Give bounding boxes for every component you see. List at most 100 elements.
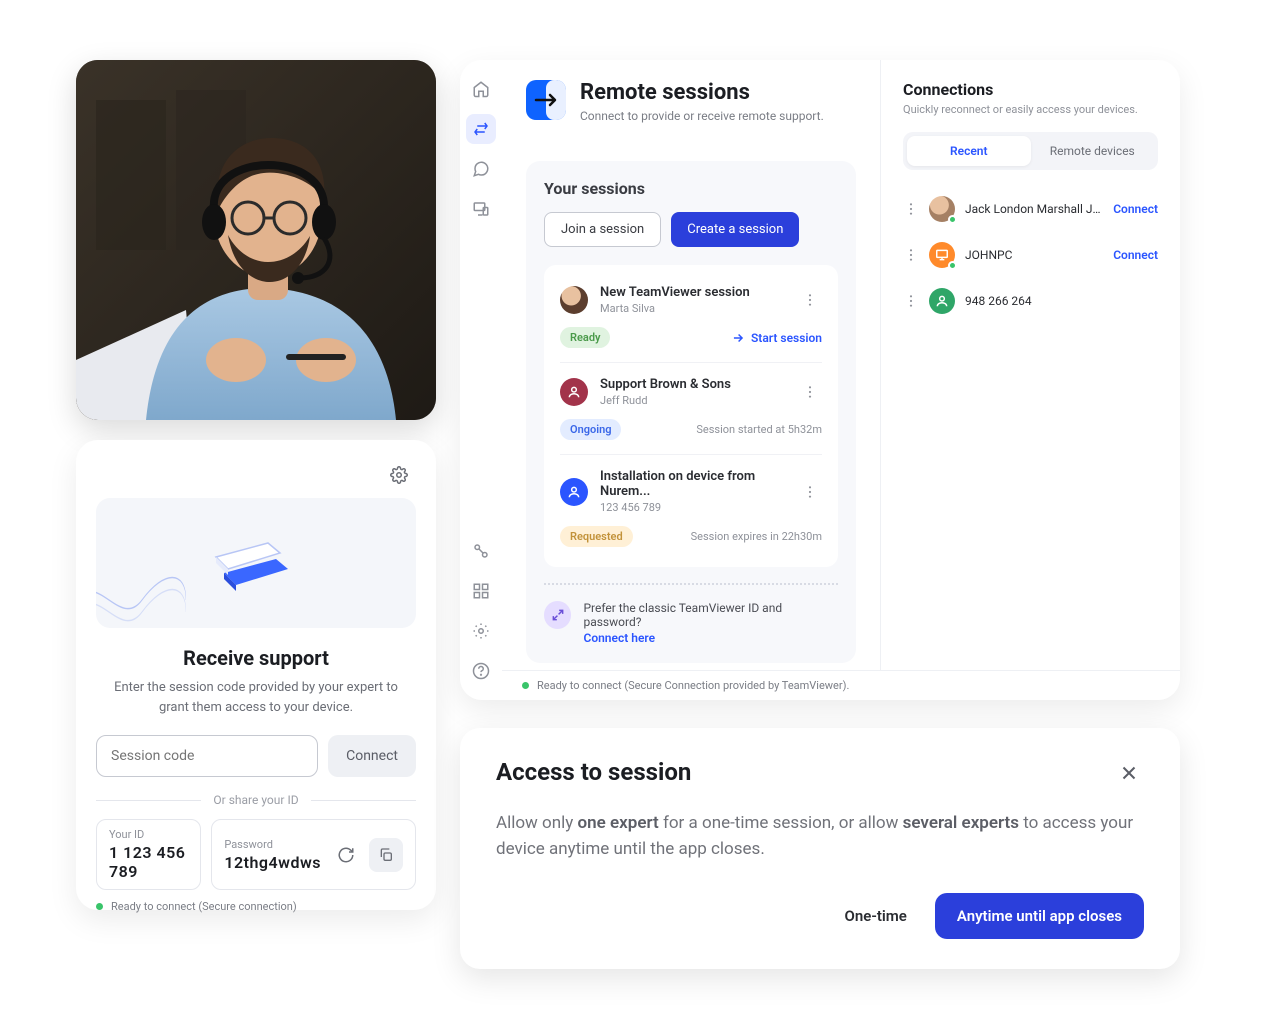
grid-icon <box>472 582 490 600</box>
kebab-icon <box>802 384 818 400</box>
connections-title: Connections <box>903 80 1158 99</box>
app-status-text: Ready to connect (Secure Connection prov… <box>537 679 849 692</box>
gear-icon <box>472 622 490 640</box>
connect-button[interactable]: Connect <box>328 735 416 777</box>
devices-icon <box>201 523 311 603</box>
your-id-value: 1 123 456 789 <box>109 843 188 881</box>
kebab-icon <box>903 293 919 309</box>
classic-connect-row: Prefer the classic TeamViewer ID and pas… <box>544 583 838 645</box>
kebab-icon <box>903 247 919 263</box>
page-title: Remote sessions <box>580 80 824 105</box>
connection-connect-link[interactable]: Connect <box>1113 202 1158 216</box>
connection-item: Jack London Marshall Juni... Connect <box>903 186 1158 232</box>
classic-question: Prefer the classic TeamViewer ID and pas… <box>583 601 782 629</box>
kebab-icon <box>802 484 818 500</box>
kebab-icon <box>802 292 818 308</box>
start-session-link[interactable]: Start session <box>731 331 822 345</box>
swap-icon <box>472 120 490 138</box>
password-label: Password <box>224 838 321 851</box>
classic-connect-link[interactable]: Connect here <box>583 631 838 645</box>
refresh-icon <box>337 846 355 864</box>
tab-remote-devices[interactable]: Remote devices <box>1031 136 1155 166</box>
session-menu-button[interactable] <box>798 380 822 404</box>
nav-remote-sessions[interactable] <box>466 114 496 144</box>
status-footer: Ready to connect (Secure connection) <box>96 890 416 913</box>
session-list: New TeamViewer session Marta Silva Ready… <box>544 265 838 567</box>
support-agent-photo <box>76 60 436 420</box>
devices-nav-icon <box>472 200 490 218</box>
settings-button[interactable] <box>382 458 416 492</box>
wave-decoration <box>96 570 186 628</box>
arrow-right-icon <box>731 331 745 345</box>
connections-list: Jack London Marshall Juni... Connect JOH… <box>903 186 1158 324</box>
kebab-icon <box>903 201 919 217</box>
connection-item: JOHNPC Connect <box>903 232 1158 278</box>
connection-avatar <box>929 242 955 268</box>
status-dot-icon <box>522 682 529 689</box>
connections-subtitle: Quickly reconnect or easily access your … <box>903 103 1158 116</box>
access-session-dialog: Access to session Allow only one expert … <box>460 728 1180 969</box>
password-box: Password 12thg4wdws <box>211 819 416 890</box>
connection-menu-button[interactable] <box>903 293 919 309</box>
sessions-panel-title: Your sessions <box>544 179 838 198</box>
avatar <box>560 286 588 314</box>
session-title: Installation on device from Nurem... <box>600 469 786 499</box>
one-time-button[interactable]: One-time <box>837 895 915 937</box>
close-button[interactable] <box>1114 758 1144 788</box>
remote-sessions-window: Remote sessions Connect to provide or re… <box>460 60 1180 700</box>
avatar <box>560 378 588 406</box>
sessions-panel: Your sessions Join a session Create a se… <box>526 161 856 663</box>
nav-help[interactable] <box>466 656 496 686</box>
refresh-password-button[interactable] <box>329 838 363 872</box>
password-value: 12thg4wdws <box>224 853 321 872</box>
close-icon <box>1118 762 1140 784</box>
status-badge: Ongoing <box>560 419 621 440</box>
copy-password-button[interactable] <box>369 838 403 872</box>
connections-tabs: Recent Remote devices <box>903 132 1158 170</box>
your-id-label: Your ID <box>109 828 188 841</box>
nav-settings[interactable] <box>466 616 496 646</box>
session-subtitle: Jeff Rudd <box>600 394 786 407</box>
page-subtitle: Connect to provide or receive remote sup… <box>580 109 824 123</box>
nav-home[interactable] <box>466 74 496 104</box>
session-menu-button[interactable] <box>798 480 822 504</box>
nav-chat[interactable] <box>466 154 496 184</box>
presence-dot-icon <box>948 261 957 270</box>
tab-recent[interactable]: Recent <box>907 136 1031 166</box>
gear-icon <box>390 466 408 484</box>
hero-illustration <box>96 498 416 628</box>
home-icon <box>472 80 490 98</box>
dialog-body: Allow only one expert for a one-time ses… <box>496 810 1144 863</box>
status-dot-icon <box>96 903 103 910</box>
create-session-button[interactable]: Create a session <box>671 212 799 247</box>
session-item: New TeamViewer session Marta Silva Ready… <box>560 271 822 363</box>
help-icon <box>472 662 490 680</box>
divider-label: Or share your ID <box>96 793 416 807</box>
page-header: Remote sessions Connect to provide or re… <box>526 80 856 123</box>
session-info-text: Session expires in 22h30m <box>691 530 822 543</box>
session-subtitle: 123 456 789 <box>600 501 786 514</box>
connections-panel: Connections Quickly reconnect or easily … <box>880 60 1180 700</box>
connection-avatar <box>929 288 955 314</box>
status-badge: Ready <box>560 327 610 348</box>
anytime-button[interactable]: Anytime until app closes <box>935 893 1144 939</box>
photo-illustration <box>76 60 436 420</box>
expand-icon <box>551 608 565 622</box>
connection-menu-button[interactable] <box>903 201 919 217</box>
status-text: Ready to connect (Secure connection) <box>111 900 297 913</box>
connection-connect-link[interactable]: Connect <box>1113 248 1158 262</box>
copy-icon <box>378 847 394 863</box>
nav-apps[interactable] <box>466 576 496 606</box>
session-code-input[interactable] <box>96 735 318 777</box>
presence-dot-icon <box>948 215 957 224</box>
nav-devices[interactable] <box>466 194 496 224</box>
session-menu-button[interactable] <box>798 288 822 312</box>
session-subtitle: Marta Silva <box>600 302 786 315</box>
join-session-button[interactable]: Join a session <box>544 212 661 247</box>
nav-integrations[interactable] <box>466 536 496 566</box>
connection-menu-button[interactable] <box>903 247 919 263</box>
session-info-text: Session started at 5h32m <box>696 423 822 436</box>
your-id-box: Your ID 1 123 456 789 <box>96 819 201 890</box>
app-status-footer: Ready to connect (Secure Connection prov… <box>502 670 1180 700</box>
plug-icon <box>472 542 490 560</box>
